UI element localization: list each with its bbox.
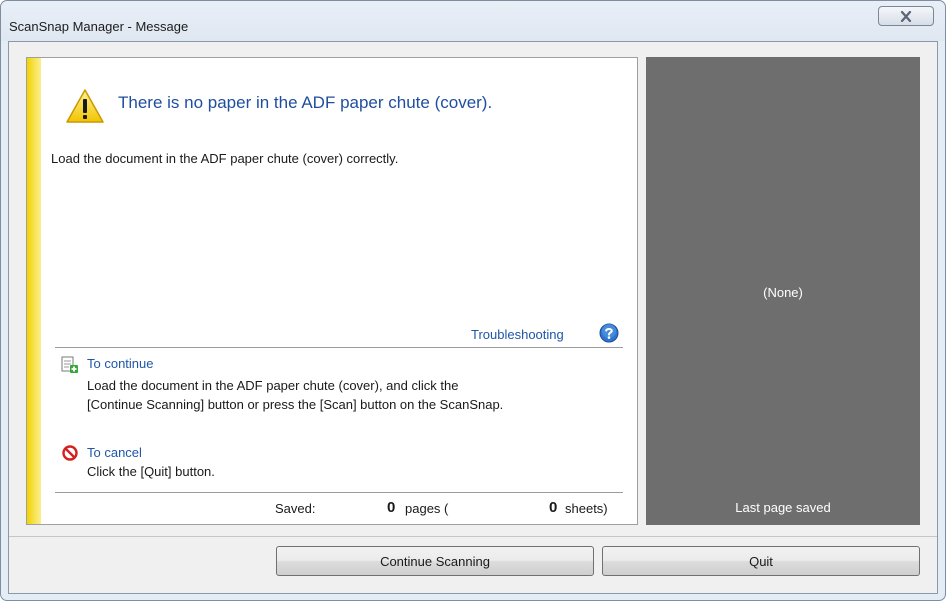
section-divider (55, 492, 623, 493)
cancel-instructions: Click the [Quit] button. (87, 464, 215, 479)
saved-sheets-unit: sheets) (565, 501, 608, 516)
cancel-icon (62, 445, 78, 464)
help-question-icon[interactable] (599, 323, 619, 346)
message-window: ScanSnap Manager - Message There is no p… (0, 0, 946, 601)
close-button[interactable] (878, 6, 934, 26)
error-detail: Load the document in the ADF paper chute… (51, 151, 399, 166)
saved-label: Saved: (275, 501, 316, 516)
cancel-title: To cancel (87, 445, 142, 460)
warning-accent-bar (27, 58, 41, 524)
continue-instructions: Load the document in the ADF paper chute… (87, 376, 503, 414)
last-page-preview: (None) Last page saved (646, 57, 920, 525)
preview-placeholder: (None) (763, 285, 803, 300)
continue-title: To continue (87, 356, 154, 371)
continue-line-1: Load the document in the ADF paper chute… (87, 378, 459, 393)
saved-sheets-count: 0 (549, 499, 558, 516)
error-headline: There is no paper in the ADF paper chute… (118, 93, 493, 112)
quit-button[interactable]: Quit (602, 546, 920, 576)
dialog-body: There is no paper in the ADF paper chute… (8, 41, 938, 594)
troubleshooting-link[interactable]: Troubleshooting (471, 327, 564, 342)
saved-pages-unit: pages ( (405, 501, 449, 516)
close-x-icon (900, 10, 912, 22)
preview-caption: Last page saved (735, 500, 831, 515)
continue-scanning-button[interactable]: Continue Scanning (276, 546, 594, 576)
warning-triangle-icon (65, 88, 105, 127)
button-bar-divider (9, 536, 937, 537)
saved-pages-count: 0 (387, 499, 396, 516)
continue-line-2: [Continue Scanning] button or press the … (87, 397, 504, 412)
section-divider (55, 347, 623, 348)
continue-scan-icon (61, 356, 79, 377)
message-panel: There is no paper in the ADF paper chute… (26, 57, 638, 525)
window-title: ScanSnap Manager - Message (9, 19, 189, 34)
title-bar[interactable]: ScanSnap Manager - Message (1, 1, 945, 41)
